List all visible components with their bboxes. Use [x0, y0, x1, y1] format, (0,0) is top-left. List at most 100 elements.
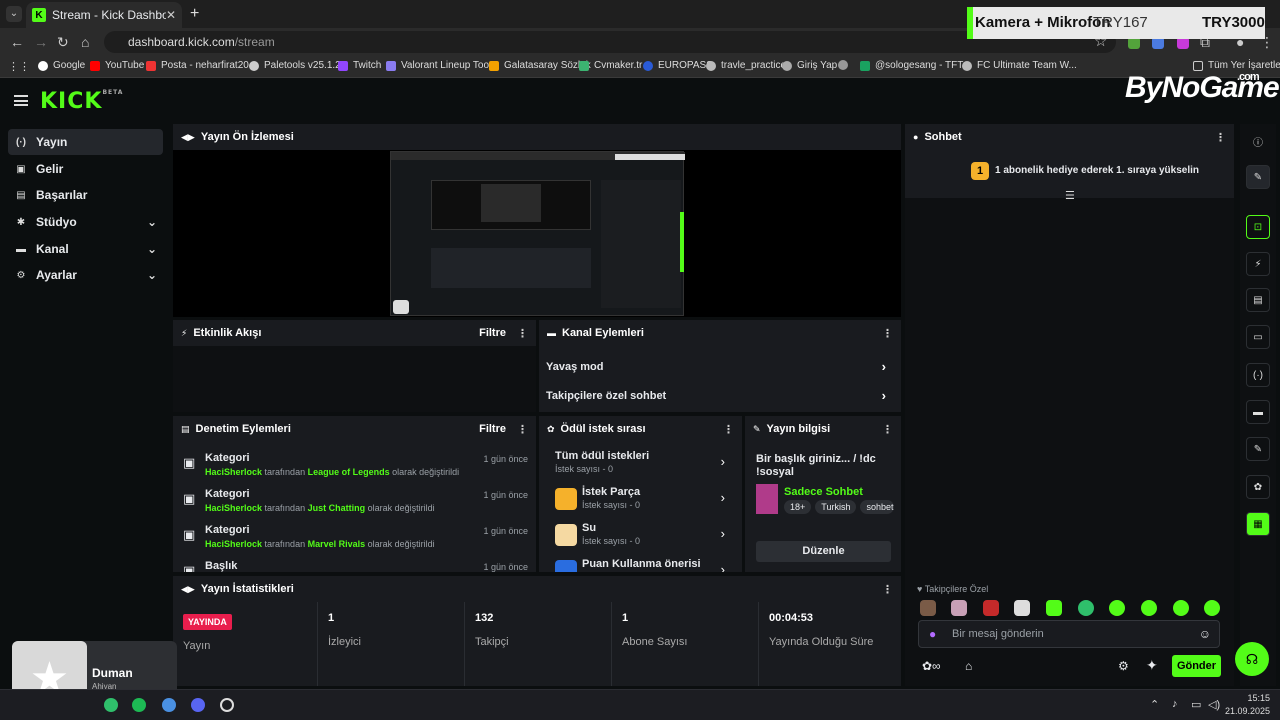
forward-icon[interactable]: → — [34, 34, 48, 50]
sidebar-item-ayarlar[interactable]: ⚙ Ayarlar ⌄ — [8, 262, 163, 288]
menu-hamburger-icon[interactable] — [14, 95, 28, 106]
wrench-icon[interactable]: ✎ — [1246, 437, 1270, 461]
bookmark-travle[interactable]: travle_practice — [706, 60, 786, 71]
bookmark-galatasaray[interactable]: Galatasaray Sözlük — [489, 60, 591, 71]
category-name[interactable]: Sadece Sohbet — [784, 486, 863, 498]
sidebar-item-kanal[interactable]: ▬ Kanal ⌄ — [8, 236, 163, 262]
edit-button[interactable]: Düzenle — [756, 541, 891, 562]
clock-time[interactable]: 15:15 — [1240, 693, 1270, 703]
notes-icon[interactable]: ▤ — [1246, 288, 1270, 312]
chevron-up-icon[interactable]: ⌃ — [1150, 698, 1159, 711]
chevron-down-icon: ⌄ — [146, 215, 157, 229]
more-options-icon[interactable]: ⋮ — [882, 583, 893, 596]
bookmark-valorant[interactable]: Valorant Lineup Too... — [386, 60, 497, 71]
info-icon[interactable]: ⓘ — [1246, 129, 1270, 153]
clock-date[interactable]: 21.09.2025 — [1222, 706, 1270, 716]
overlay-code-1: TRY167 — [1093, 14, 1148, 31]
list-item[interactable]: Su İstek sayısı - 0 › — [555, 522, 735, 550]
emote-icon[interactable] — [1109, 600, 1125, 616]
emote-menu-icon[interactable]: ✦ — [1146, 657, 1158, 674]
taskbar-app-icon[interactable] — [162, 698, 176, 712]
emote-icon[interactable] — [951, 600, 967, 616]
bookmark-all-folder[interactable]: Tüm Yer İşaretleri — [1193, 60, 1280, 71]
apps-grid-icon[interactable]: ⋮⋮ — [8, 60, 30, 73]
bookmark-youtube[interactable]: YouTube — [90, 60, 144, 71]
chat-icon: ● — [913, 132, 919, 142]
stat-viewers: 1 İzleyici — [317, 602, 464, 686]
emote-icon[interactable] — [1014, 600, 1030, 616]
display-icon[interactable]: ▭ — [1191, 698, 1201, 711]
slow-mode-row[interactable]: Yavaş mod › — [546, 359, 896, 374]
emote-icon[interactable] — [1204, 600, 1220, 616]
close-tab-icon[interactable]: ✕ — [166, 8, 176, 22]
obs-icon[interactable] — [220, 698, 234, 712]
bookmark-twitch[interactable]: Twitch — [338, 60, 381, 71]
bookmark-posta[interactable]: Posta - neharfirat20... — [146, 60, 257, 71]
list-item[interactable]: İstek Parça İstek sayısı - 0 › — [555, 486, 735, 514]
new-tab-button[interactable]: + — [190, 5, 199, 23]
bookmark-google[interactable]: Google — [38, 60, 85, 71]
camera-mic-label: Kamera + Mikrofon — [975, 14, 1111, 31]
volume-icon[interactable]: ◁) — [1208, 698, 1220, 711]
bookmark-cvmaker[interactable]: Cvmaker.tr — [579, 60, 642, 71]
bookmark-fc-ultimate[interactable]: FC Ultimate Team W... — [962, 60, 1077, 71]
discord-icon[interactable] — [191, 698, 205, 712]
gear-icon: ⚙ — [16, 269, 26, 281]
microphone-icon[interactable]: ♪ — [1172, 698, 1178, 710]
bookmark-paletools[interactable]: Paletools v25.1.23 — [249, 60, 346, 71]
channel-icon[interactable]: ▬ — [1246, 400, 1270, 424]
chat-input[interactable]: ● Bir mesaj gönderin ☺ — [918, 620, 1220, 648]
points-infinity-icon[interactable]: ✿∞ — [922, 659, 941, 673]
emote-icon[interactable] — [983, 600, 999, 616]
capture-icon[interactable]: ⊡ — [1246, 215, 1270, 239]
microphone-icon[interactable]: ● — [929, 627, 936, 641]
back-icon[interactable]: ← — [10, 34, 24, 50]
home-icon[interactable]: ⌂ — [81, 34, 89, 50]
chat-settings-gear-icon[interactable]: ⚙ — [1118, 659, 1129, 673]
emote-icon[interactable] — [920, 600, 936, 616]
more-options-icon[interactable]: ⋮ — [517, 423, 528, 436]
more-options-icon[interactable]: ⋮ — [517, 327, 528, 340]
emote-icon[interactable] — [1078, 600, 1094, 616]
support-headset-icon[interactable]: ☊ — [1235, 642, 1269, 676]
followers-only-chat-row[interactable]: Takipçilere özel sohbet › — [546, 388, 896, 403]
emote-icon[interactable] — [1141, 600, 1157, 616]
store-icon[interactable]: ⌂ — [965, 659, 972, 673]
moderation-filter-button[interactable]: Filtre — [479, 423, 506, 435]
reload-icon[interactable]: ↻ — [57, 34, 69, 51]
add-widget-icon[interactable]: ▦ — [1246, 512, 1270, 536]
emoji-picker-icon[interactable]: ☺ — [1199, 627, 1211, 641]
emote-icon[interactable] — [1046, 600, 1062, 616]
browser-tab[interactable]: K Stream - Kick Dashboard ✕ — [26, 2, 182, 28]
broadcast-icon[interactable]: (·) — [1246, 363, 1270, 387]
activity-filter-button[interactable]: Filtre — [479, 327, 506, 339]
sidebar-item-gelir[interactable]: ▣ Gelir — [8, 156, 163, 182]
list-item[interactable]: Tüm ödül istekleri İstek sayısı - 0 › — [555, 450, 735, 478]
stream-preview-video[interactable] — [390, 151, 685, 316]
collapse-icon[interactable]: ☰ — [1065, 189, 1075, 202]
bookmark-sologesang[interactable]: @sologesang - TFT... — [860, 60, 971, 71]
chat-bubble-icon[interactable]: ▭ — [1246, 325, 1270, 349]
reward-icon[interactable]: ✿ — [1246, 475, 1270, 499]
lightning-icon[interactable]: ⚡ — [1246, 252, 1270, 276]
bookmark-gear-icon[interactable] — [838, 60, 853, 70]
more-options-icon[interactable]: ⋮ — [1215, 131, 1226, 144]
bookmark-europass[interactable]: EUROPASS — [643, 60, 713, 71]
list-item[interactable]: Puan Kullanma önerisi › — [555, 558, 735, 572]
spotify-icon[interactable] — [132, 698, 146, 712]
taskbar-app-icon[interactable] — [104, 698, 118, 712]
sidebar-item-yayin[interactable]: (·) Yayın — [8, 129, 163, 155]
url-bar[interactable]: dashboard.kick.com/stream — [104, 31, 1116, 53]
sidebar-item-studyo[interactable]: ✱ Stüdyo ⌄ — [8, 209, 163, 235]
emote-icon[interactable] — [1173, 600, 1189, 616]
edit-pencil-icon[interactable]: ✎ — [1246, 165, 1270, 189]
more-options-icon[interactable]: ⋮ — [882, 423, 893, 436]
more-options-icon[interactable]: ⋮ — [723, 423, 734, 436]
bookmark-giris-yap[interactable]: Giriş Yap — [782, 60, 837, 71]
more-options-icon[interactable]: ⋮ — [882, 327, 893, 340]
category-icon: ▣ — [183, 527, 196, 542]
sidebar-item-basarilar[interactable]: ▤ Başarılar — [8, 182, 163, 208]
kick-logo[interactable]: KICKBETA — [40, 89, 123, 114]
send-button[interactable]: Gönder — [1172, 655, 1221, 677]
tab-search-button[interactable]: ⌄ — [6, 6, 22, 22]
